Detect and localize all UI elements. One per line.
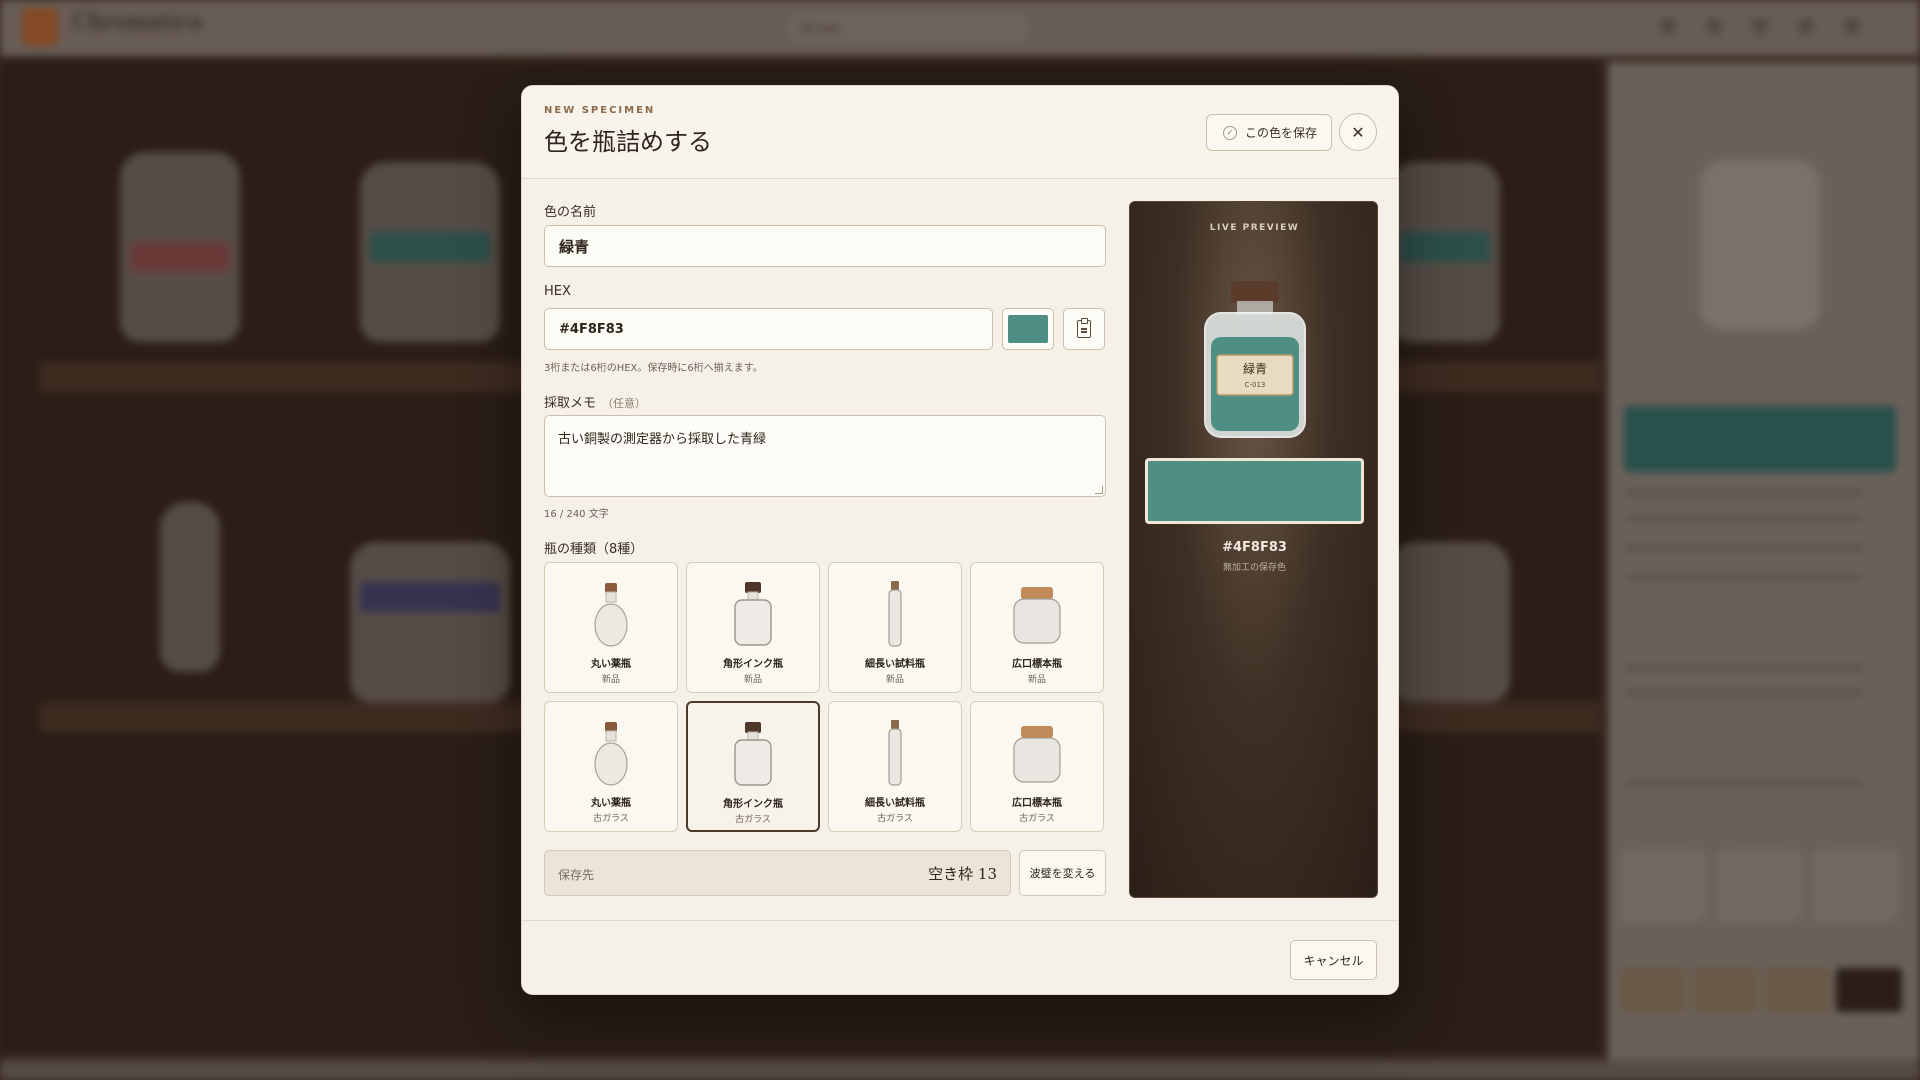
memo-label: 採取メモ （任意）	[544, 392, 646, 411]
bottle-option-variant: 新品	[743, 675, 762, 685]
bottle-option[interactable]: 細長い試料瓶 古ガラス	[828, 701, 962, 832]
preview-hex: #4F8F83	[1222, 540, 1287, 555]
resize-grip-icon[interactable]	[1095, 486, 1103, 494]
memo-optional-tag: （任意）	[602, 397, 647, 410]
bottle-option[interactable]: 丸い薬瓶 新品	[544, 562, 678, 693]
paste-hex-button[interactable]	[1063, 308, 1105, 350]
wide-jar-icon	[1002, 579, 1072, 649]
tall-vial-icon	[860, 579, 930, 649]
bottle-option-variant: 古ガラス	[877, 814, 913, 824]
bottle-type-grid: 丸い薬瓶 新品 角形インク瓶 新品 細長い試料瓶 新品 広口標本瓶 新品 丸い薬…	[544, 562, 1106, 832]
square-bottle-icon	[718, 719, 788, 789]
bottle-cork	[1231, 281, 1279, 303]
bottle-option[interactable]: 広口標本瓶 新品	[970, 562, 1104, 693]
bottle-option-variant: 新品	[601, 675, 620, 685]
modal-footer: キャンセル	[522, 920, 1398, 994]
round-bottle-icon	[576, 718, 646, 788]
cancel-label: キャンセル	[1303, 953, 1364, 968]
cancel-button[interactable]: キャンセル	[1290, 940, 1377, 980]
bottle-option-name: 丸い薬瓶	[591, 659, 631, 670]
bottle-type-label: 瓶の種類（8種）	[544, 542, 644, 557]
destination-value: 空き枠 13	[928, 865, 997, 883]
hex-input[interactable]: #4F8F83	[544, 308, 993, 350]
preview-bottle-icon: 緑青 C-013	[1204, 281, 1306, 438]
bottle-option-name: 丸い薬瓶	[591, 798, 631, 809]
preview-note: 無加工の保存色	[1222, 563, 1286, 573]
memo-value: 古い銅製の測定器から採取した青緑	[558, 432, 767, 447]
wide-jar-icon	[1002, 718, 1072, 788]
memo-counter: 16 / 240 文字	[544, 509, 609, 520]
square-bottle-icon	[718, 579, 788, 649]
bottle-option[interactable]: 角形インク瓶 新品	[686, 562, 820, 693]
memo-textarea[interactable]: 古い銅製の測定器から採取した青緑	[544, 415, 1106, 497]
bottle-option[interactable]: 丸い薬瓶 古ガラス	[544, 701, 678, 832]
save-color-label: この色を保存	[1245, 126, 1318, 140]
color-name-input[interactable]: 緑青	[544, 225, 1106, 267]
live-preview-panel: LIVE PREVIEW 緑青 C-013 #4F8F83 無加工の保存色	[1129, 201, 1378, 898]
bottle-option-variant: 古ガラス	[735, 815, 771, 825]
close-icon: ✕	[1351, 122, 1365, 142]
bottle-option-variant: 新品	[1027, 675, 1046, 685]
modal-eyebrow: NEW SPECIMEN	[544, 105, 656, 116]
bottle-option-name: 角形インク瓶	[723, 659, 783, 670]
preview-color-swatch	[1145, 458, 1364, 524]
bottle-label-code: C-013	[1245, 381, 1266, 389]
bottle-option-variant: 古ガラス	[1019, 814, 1055, 824]
change-shelf-label: 波璧を変える	[1029, 867, 1096, 880]
bottle-option-name: 細長い試料瓶	[865, 659, 925, 670]
modal-title: 色を瓶詰めする	[544, 128, 712, 156]
check-circle-icon: ✓	[1223, 125, 1237, 140]
hex-label: HEX	[544, 284, 571, 299]
save-color-button[interactable]: ✓ この色を保存	[1206, 114, 1332, 151]
round-bottle-icon	[576, 579, 646, 649]
hex-value: #4F8F83	[559, 321, 624, 337]
destination-field: 保存先 空き枠 13	[544, 850, 1011, 896]
memo-label-text: 採取メモ	[544, 396, 597, 411]
bottle-option-name: 角形インク瓶	[723, 799, 783, 810]
color-swatch	[1008, 315, 1048, 343]
bottle-option-variant: 古ガラス	[593, 814, 629, 824]
bottle-option-name: 細長い試料瓶	[865, 798, 925, 809]
bottle-option-name: 広口標本瓶	[1012, 659, 1062, 670]
tall-vial-icon	[860, 718, 930, 788]
live-preview-eyebrow: LIVE PREVIEW	[1209, 223, 1300, 233]
close-button[interactable]: ✕	[1339, 113, 1377, 151]
bottle-option[interactable]: 広口標本瓶 古ガラス	[970, 701, 1104, 832]
change-shelf-button[interactable]: 波璧を変える	[1019, 850, 1106, 896]
bottle-option[interactable]: 細長い試料瓶 新品	[828, 562, 962, 693]
color-name-label: 色の名前	[544, 205, 597, 220]
bottle-option-variant: 新品	[885, 675, 904, 685]
color-name-value: 緑青	[559, 237, 590, 256]
hex-hint: 3桁または6桁のHEX。保存時に6桁へ揃えます。	[544, 363, 763, 374]
new-specimen-modal: NEW SPECIMEN 色を瓶詰めする ✓ この色を保存 ✕ 色の名前 緑青 …	[521, 85, 1399, 995]
bottle-label-name: 緑青	[1243, 361, 1267, 376]
bottle-option-selected[interactable]: 角形インク瓶 古ガラス	[686, 701, 820, 832]
color-picker-button[interactable]	[1002, 308, 1054, 350]
clipboard-icon	[1077, 318, 1091, 338]
destination-label: 保存先	[558, 868, 595, 882]
bottle-option-name: 広口標本瓶	[1012, 798, 1062, 809]
modal-header: NEW SPECIMEN 色を瓶詰めする ✓ この色を保存 ✕	[522, 86, 1398, 179]
